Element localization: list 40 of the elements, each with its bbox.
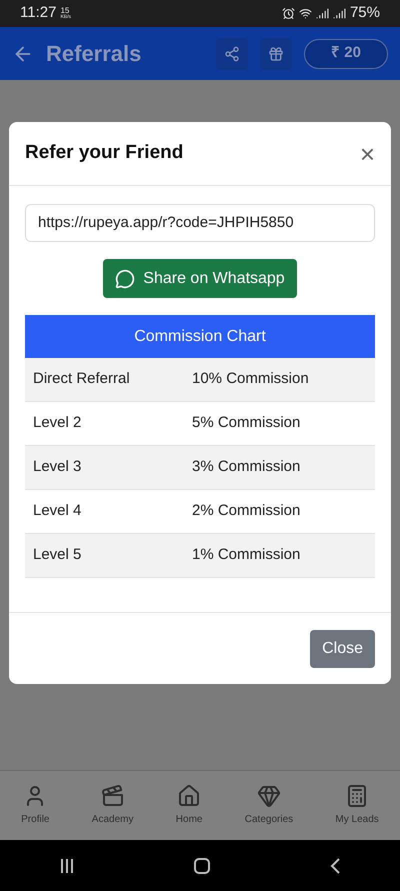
diamond-icon [256, 784, 281, 808]
alarm-icon [282, 7, 295, 20]
level-cell-text: Direct Referral [32, 369, 131, 390]
commission-cell-text: 2% Commission [192, 501, 300, 522]
gift-icon [268, 46, 284, 62]
balance-badge[interactable]: ₹ 20 [304, 38, 388, 68]
nav-item[interactable]: My Leads [335, 784, 379, 827]
gift-button[interactable] [260, 38, 292, 70]
page-title: Referrals [46, 40, 142, 68]
chart-header: Commission Chart [25, 315, 375, 358]
recent-apps-icon[interactable] [59, 858, 76, 874]
share-button[interactable] [216, 38, 248, 70]
chat-bubble-icon [115, 268, 136, 288]
battery-percent: 75% [350, 3, 380, 24]
close-button[interactable]: Close [310, 630, 375, 668]
nav-item[interactable]: Profile [21, 784, 50, 827]
level-cell-text: Level 3 [32, 457, 82, 478]
dialog-title: Refer your Friend [25, 141, 184, 166]
link-field[interactable]: https://rupeya.app/r?code=JHPIH5850 [25, 204, 375, 242]
commission-cell-text: 10% Commission [192, 369, 309, 390]
nav-item[interactable]: Home [176, 784, 202, 827]
nav-item[interactable]: Categories [244, 784, 294, 827]
commission-cell-text: 5% Commission [192, 413, 300, 434]
whatsapp-share-button[interactable]: Share on Whatsapp [103, 259, 297, 298]
clapperboard-icon [100, 784, 125, 808]
house-icon [177, 784, 202, 808]
speed-value: 15 [60, 7, 70, 15]
commission-cell-text: 1% Commission [192, 545, 300, 566]
level-cell-text: Level 2 [32, 413, 82, 434]
share-icon [224, 46, 240, 62]
commission-cell-text: 3% Commission [192, 457, 300, 478]
signal-icon [316, 7, 329, 20]
nav-item[interactable]: Academy [92, 784, 134, 827]
level-cell-text: Level 5 [32, 545, 82, 566]
signal-icon [332, 7, 346, 20]
level-cell-text: Level 4 [32, 501, 82, 522]
home-key-icon[interactable] [194, 858, 210, 874]
back-key-icon[interactable] [328, 858, 341, 874]
close-icon-button[interactable]: × [360, 140, 375, 166]
clock-time: 11:27 [20, 3, 56, 24]
